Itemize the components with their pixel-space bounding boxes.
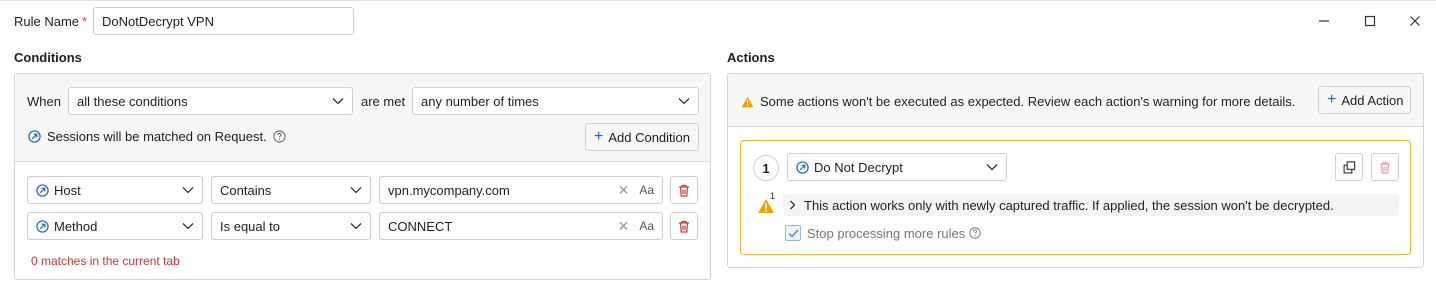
condition-field-select[interactable]: Method [27,212,203,240]
match-case-toggle[interactable]: Aa [639,183,654,197]
action-step-number: 1 [753,155,779,181]
are-met-label: are met [361,94,406,109]
condition-operator-select[interactable]: Is equal to [211,212,371,240]
add-action-label: Add Action [1341,92,1404,108]
close-icon [1410,16,1420,26]
request-icon [36,183,49,197]
action-notice-expander[interactable]: This action works only with newly captur… [783,194,1399,216]
condition-operator-value: Contains [220,182,272,198]
warning-count: 1 [770,191,776,201]
conditions-panel: When all these conditions are met any nu… [14,73,711,280]
required-mark: * [82,14,88,29]
condition-field-value: Method [54,218,98,234]
clear-icon[interactable]: ✕ [618,218,630,235]
condition-operator-select[interactable]: Contains [211,176,371,204]
condition-value-input[interactable]: CONNECT ✕ Aa [379,212,663,240]
chevron-down-icon [182,184,194,196]
chevron-right-icon [789,200,796,210]
add-action-button[interactable]: + Add Action [1318,86,1411,114]
chevron-down-icon [986,161,998,173]
request-icon [28,130,41,143]
clear-icon[interactable]: ✕ [618,182,630,199]
rule-name-label: Rule Name * [14,14,88,29]
condition-field-select[interactable]: Host [27,176,203,204]
match-case-toggle[interactable]: Aa [639,219,654,233]
minimize-icon [1319,20,1329,22]
actions-warning: Some actions won't be executed as expect… [741,94,1295,109]
matches-count: 0 matches in the current tab [31,254,180,268]
delete-condition-button[interactable] [670,212,698,240]
trash-icon [679,184,689,197]
when-select-value: all these conditions [77,93,188,109]
action-warning-badge: 1 [757,191,779,216]
condition-value-text: CONNECT [388,218,453,234]
maximize-button[interactable] [1356,9,1384,33]
chevron-down-icon [182,220,194,232]
condition-operator-value: Is equal to [220,218,280,234]
warning-icon [741,96,754,107]
trash-icon [679,220,689,233]
chevron-down-icon [332,95,344,107]
chevron-down-icon [678,95,690,107]
request-icon [36,219,49,233]
when-select[interactable]: all these conditions [68,87,353,115]
action-type-select[interactable]: Do Not Decrypt [787,153,1007,181]
duplicate-action-button[interactable] [1335,153,1363,181]
conditions-header: When all these conditions are met any nu… [15,74,710,162]
maximize-icon [1364,15,1376,27]
times-select[interactable]: any number of times [412,87,699,115]
copy-icon [1343,160,1355,173]
actions-panel: Some actions won't be executed as expect… [727,73,1424,268]
chevron-down-icon [350,184,362,196]
action-type-value: Do Not Decrypt [814,159,903,175]
help-icon [969,227,981,239]
plus-icon: + [1327,91,1337,108]
stop-processing-row: Stop processing more rules [785,225,981,241]
stop-processing-checkbox[interactable] [785,225,801,241]
rule-name-input[interactable] [93,7,354,35]
session-match-text: Sessions will be matched on Request. [47,129,267,144]
checkmark-icon [787,228,799,238]
condition-value-input[interactable]: vpn.mycompany.com ✕ Aa [379,176,663,204]
chevron-down-icon [350,220,362,232]
help-icon [273,130,286,143]
actions-warning-text: Some actions won't be executed as expect… [760,94,1296,109]
delete-condition-button[interactable] [670,176,698,204]
times-select-value: any number of times [421,93,539,109]
add-condition-label: Add Condition [608,129,691,145]
delete-action-button[interactable] [1371,153,1399,181]
action-notice-text: This action works only with newly captur… [804,197,1334,213]
plus-icon: + [594,128,604,145]
condition-value-text: vpn.mycompany.com [388,182,510,198]
add-condition-button[interactable]: + Add Condition [585,123,699,151]
conditions-title: Conditions [14,50,82,65]
when-label: When [27,94,61,109]
condition-field-value: Host [54,182,81,198]
minimize-button[interactable] [1310,9,1338,33]
action-card: 1 Do Not Decrypt 1 This action works onl… [740,140,1411,255]
close-button[interactable] [1401,9,1429,33]
request-icon [796,160,809,174]
stop-processing-label: Stop processing more rules [807,225,966,241]
trash-icon [1380,161,1390,174]
rule-editor-window: Rule Name* Conditions Actions When all t… [0,0,1436,296]
session-match-info: Sessions will be matched on Request. [28,129,286,144]
actions-title: Actions [727,50,775,65]
actions-header: Some actions won't be executed as expect… [728,74,1423,127]
